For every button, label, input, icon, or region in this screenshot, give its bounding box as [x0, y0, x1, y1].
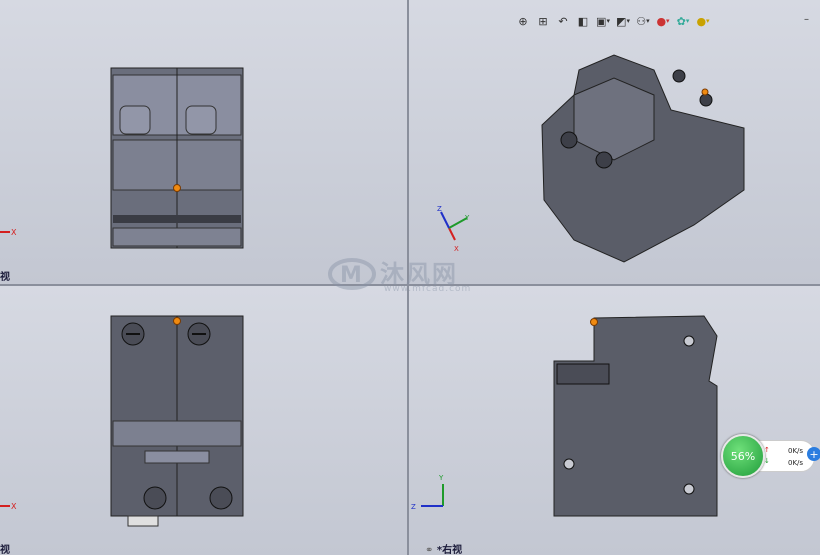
network-speed-widget[interactable]: ↑ ↓ 0K/s 0K/s 56% +	[721, 434, 820, 478]
expand-plus-icon[interactable]: +	[807, 447, 820, 461]
viewport-isometric[interactable]: X Y Z	[409, 0, 820, 284]
previous-view-icon[interactable]: ↶	[554, 12, 572, 30]
iso-z-label: Z	[437, 205, 442, 213]
minimize-icon[interactable]: –	[804, 14, 809, 25]
zoom-area-icon[interactable]: ⊞	[534, 12, 552, 30]
view-settings-icon[interactable]: ● ▾	[694, 12, 712, 30]
view-label-right: ⚭ *右视	[425, 541, 462, 555]
watermark-logo: M 沐风网 www.mfcad.com	[328, 252, 498, 298]
iso-y-label: Y	[464, 214, 470, 222]
view-label-right-text: *右视	[436, 545, 463, 555]
right-y-label: Y	[438, 474, 444, 482]
watermark-symbol: M	[328, 258, 376, 290]
viewport-right[interactable]: Y Z ⚭ *右视	[409, 286, 820, 555]
view-label-top: 视	[0, 545, 10, 555]
memory-percent-ball[interactable]: 56%	[721, 434, 765, 478]
front-view-model: X	[0, 67, 244, 249]
top-x-axis-label: X	[11, 502, 17, 511]
download-speed: 0K/s	[788, 459, 804, 467]
viewport-front[interactable]: X 视	[0, 0, 407, 284]
top-view-model: X	[0, 315, 244, 527]
svg-text:M: M	[340, 263, 362, 288]
display-style-icon[interactable]: ◩ ▾	[614, 12, 632, 30]
right-view-model: Y Z	[411, 315, 718, 517]
hide-show-icon[interactable]: ⚇ ▾	[634, 12, 652, 30]
edit-appearance-icon[interactable]: ● ▾	[654, 12, 672, 30]
upload-speed: 0K/s	[788, 447, 804, 455]
apply-scene-icon[interactable]: ✿ ▾	[674, 12, 692, 30]
section-view-icon[interactable]: ◧	[574, 12, 592, 30]
x-axis-label: X	[11, 228, 17, 237]
watermark-url: www.mfcad.com	[384, 284, 472, 294]
heads-up-toolbar: ⊕ ⊞ ↶ ◧ ▣ ▾ ◩ ▾ ⚇ ▾ ● ▾ ✿ ▾ ● ▾	[514, 10, 712, 32]
view-orientation-icon[interactable]: ▣ ▾	[594, 12, 612, 30]
right-z-label: Z	[411, 503, 416, 511]
link-icon: ⚭	[425, 545, 437, 555]
view-label-front: 视	[0, 272, 10, 283]
isometric-view-model: X Y Z	[437, 54, 745, 263]
zoom-to-fit-icon[interactable]: ⊕	[514, 12, 532, 30]
viewport-top[interactable]: X 视	[0, 286, 407, 555]
